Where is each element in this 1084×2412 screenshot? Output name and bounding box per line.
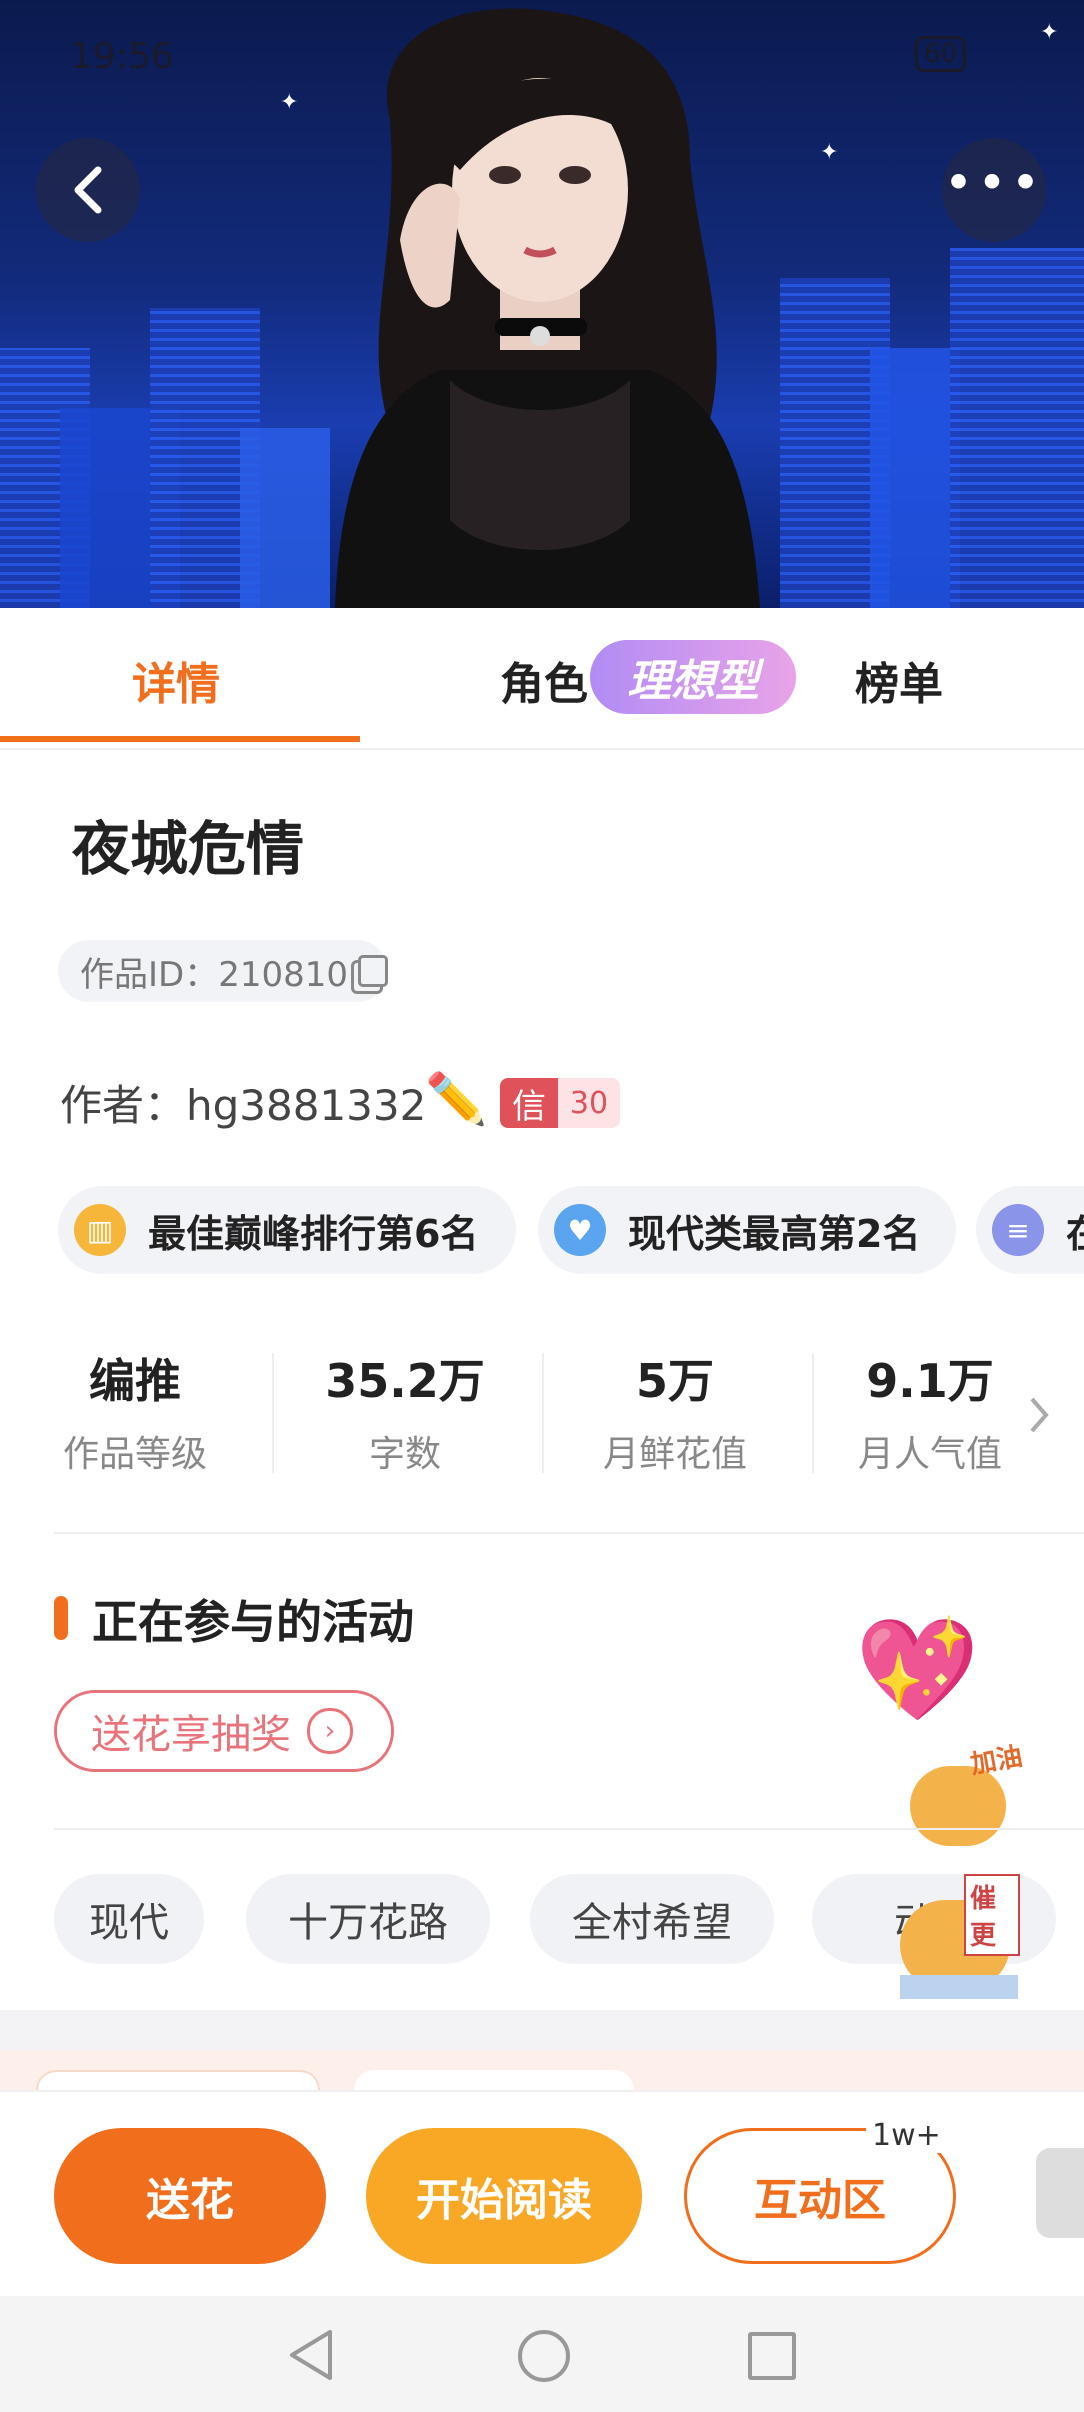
battery-icon: 60 (915, 36, 967, 72)
ideal-type-badge: 理想型 (590, 640, 796, 714)
nav-back-icon[interactable] (286, 2328, 336, 2382)
stat-level: 编推 作品等级 (30, 1345, 240, 1477)
gift-flowers-button[interactable]: 送花 (54, 2128, 326, 2264)
divider (272, 1353, 274, 1473)
stat-popularity: 9.1万 月人气值 (840, 1345, 1020, 1477)
divider (54, 1532, 1084, 1534)
next-section-preview (0, 2050, 1084, 2102)
interaction-area-label: 互动区 (754, 2175, 886, 2226)
stat-value: 5万 (635, 1354, 714, 1408)
urge-sign-text: 催更 (964, 1874, 1020, 1956)
cover-banner: ✦ ✦ ✦ ✦ 19:56 60 ••• (0, 0, 1084, 608)
rank-chip-text: 现代类最高第2名 (628, 1211, 921, 1256)
stat-value: 编推 (89, 1354, 181, 1408)
credit-badge-value: 30 (558, 1078, 620, 1128)
thumbs-up-icon[interactable] (1036, 2148, 1084, 2238)
author-line[interactable]: 作者：hg3881332 (60, 1072, 426, 1133)
rank-chip-row: ▥ 最佳巅峰排行第6名 ♥ 现代类最高第2名 ≡ 在 (58, 1186, 1084, 1274)
activity-lottery-label: 送花享抽奖 (91, 1712, 291, 1758)
credit-badge-label: 信 (500, 1078, 558, 1128)
stat-label: 月鲜花值 (602, 1434, 747, 1475)
activity-heading: 正在参与的活动 (92, 1595, 414, 1649)
stat-flowers: 5万 月鲜花值 (570, 1345, 780, 1477)
tab-roles[interactable]: 角色 (500, 648, 588, 712)
heart-sticker-icon[interactable]: 💖 (855, 1620, 980, 1720)
urge-sticker[interactable]: 催更 (900, 1870, 1020, 2000)
section-gap (0, 2010, 1084, 2050)
stat-label: 字数 (368, 1434, 441, 1475)
interaction-count-badge: 1w+ (866, 2118, 947, 2153)
work-id-text: 作品ID：210810 (80, 954, 348, 995)
tag-chip[interactable]: 十万花路 (246, 1874, 490, 1964)
nav-home-icon[interactable] (518, 2330, 570, 2382)
copy-icon (358, 955, 388, 987)
sticker-base (900, 1975, 1018, 1999)
activity-lottery-button[interactable]: 送花享抽奖 › (54, 1690, 394, 1772)
divider (812, 1353, 814, 1473)
system-nav-bar (0, 2296, 1084, 2412)
tag-chip[interactable]: 全村希望 (530, 1874, 774, 1964)
rank-chip-modern[interactable]: ♥ 现代类最高第2名 (538, 1186, 956, 1274)
start-reading-button[interactable]: 开始阅读 (366, 2128, 642, 2264)
book-icon: ≡ (992, 1204, 1044, 1256)
status-bar: 19:56 60 (0, 0, 1084, 110)
divider (54, 1828, 1084, 1830)
chevron-right-icon (1030, 1397, 1049, 1433)
bar-chart-icon: ▥ (74, 1204, 126, 1256)
action-bar: 送花 开始阅读 互动区 1w+ (0, 2090, 1084, 2298)
credit-badge: 信 30 (500, 1078, 620, 1128)
rank-chip-more[interactable]: ≡ 在 (976, 1186, 1084, 1274)
pencil-icon[interactable]: ✏️ (425, 1070, 487, 1129)
stat-value: 35.2万 (325, 1354, 485, 1408)
work-title: 夜城危情 (72, 815, 305, 883)
cheer-sticker[interactable]: 加油 (900, 1740, 1030, 1850)
tab-details[interactable]: 详情 (132, 648, 220, 712)
stats-row[interactable]: 编推 作品等级 35.2万 字数 5万 月鲜花值 9.1万 月人气值 (30, 1345, 1049, 1477)
status-time: 19:56 (70, 36, 174, 77)
nav-recents-icon[interactable] (748, 2332, 796, 2380)
rank-chip-text: 最佳巅峰排行第6名 (148, 1211, 479, 1256)
heart-shield-icon: ♥ (554, 1204, 606, 1256)
work-id-chip[interactable]: 作品ID：210810 (58, 940, 388, 1002)
stat-label: 作品等级 (62, 1434, 207, 1475)
tab-bar: 详情 角色 理想型 榜单 (0, 608, 1084, 750)
tab-rankings[interactable]: 榜单 (855, 648, 943, 712)
rank-chip-text: 在 (1066, 1203, 1084, 1258)
arrow-circle-icon: › (307, 1708, 353, 1754)
chevron-left-icon (74, 166, 102, 214)
stat-value: 9.1万 (866, 1354, 994, 1408)
more-button[interactable]: ••• (942, 138, 1046, 242)
section-marker (54, 1596, 68, 1640)
more-dots-icon: ••• (943, 154, 1045, 212)
stat-words: 35.2万 字数 (300, 1345, 510, 1477)
tag-chip[interactable]: 现代 (54, 1874, 204, 1964)
back-button[interactable] (36, 138, 140, 242)
cheer-text: 加油 (968, 1741, 1025, 1781)
tab-indicator (0, 736, 360, 742)
stat-label: 月人气值 (857, 1434, 1002, 1475)
divider (542, 1353, 544, 1473)
rank-chip-peak[interactable]: ▥ 最佳巅峰排行第6名 (58, 1186, 516, 1274)
